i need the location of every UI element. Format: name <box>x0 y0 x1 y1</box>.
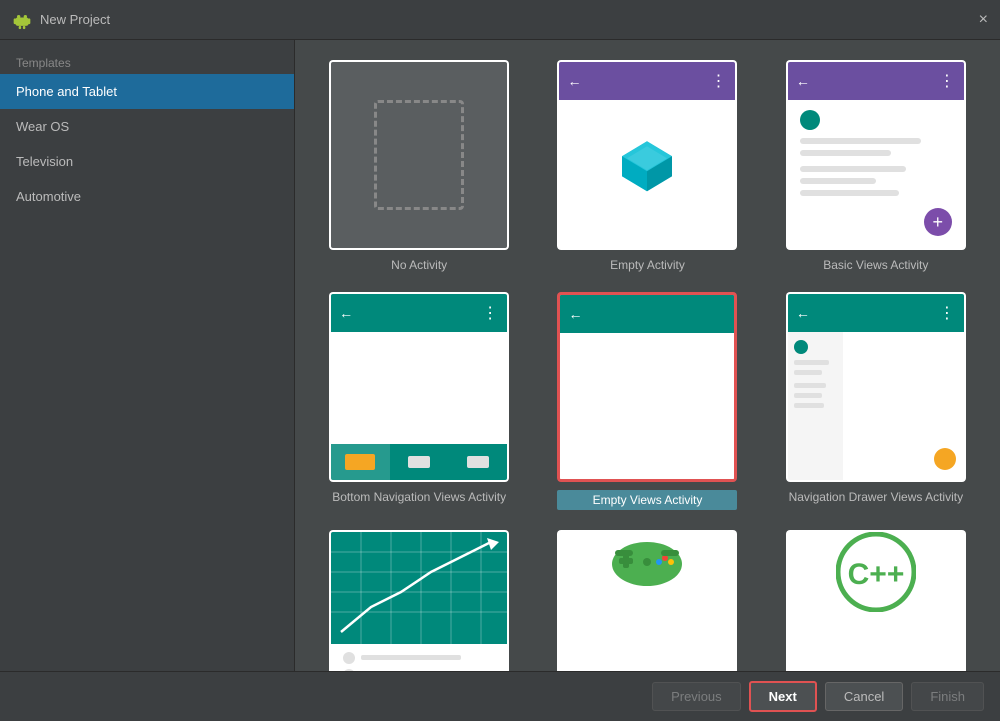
bottom-nav-bar <box>331 444 507 480</box>
phone-body-empty-views <box>560 333 734 479</box>
template-thumb-empty-activity: ← ⋮ <box>557 60 737 250</box>
phone-header-empty: ← ⋮ <box>559 62 735 100</box>
previous-button[interactable]: Previous <box>652 682 741 711</box>
sidebar-item-phone-tablet[interactable]: Phone and Tablet <box>0 74 294 109</box>
template-label-no-activity: No Activity <box>391 258 447 272</box>
template-label-empty-views: Empty Views Activity <box>557 490 737 510</box>
template-label-basic-views: Basic Views Activity <box>823 258 928 272</box>
cube-icon <box>617 136 677 199</box>
template-thumb-game <box>557 530 737 671</box>
nav-drawer-content <box>843 332 964 480</box>
bottom-nav-item-2 <box>390 444 449 480</box>
phone-header-bottom-nav: ← ⋮ <box>331 294 507 332</box>
template-cpp-activity[interactable]: C++ Native C++ Activity <box>772 530 980 671</box>
phone-body-bottom-nav <box>331 332 507 444</box>
back-arrow-basic-icon: ← <box>796 73 810 89</box>
phone-body-cpp: C++ <box>788 532 964 612</box>
menu-dots-basic-icon: ⋮ <box>939 71 956 91</box>
nav-icon-3 <box>467 456 489 468</box>
window-title: New Project <box>40 12 979 27</box>
template-nav-drawer[interactable]: ← ⋮ <box>772 292 980 510</box>
fab-icon: + <box>924 208 952 236</box>
phone-body-empty <box>559 100 735 248</box>
menu-dots-bottom-icon: ⋮ <box>482 303 499 323</box>
template-thumb-basic-views: ← ⋮ + <box>786 60 966 250</box>
sidebar-section-label: Templates <box>0 48 294 74</box>
sidebar-item-wear-os[interactable]: Wear OS <box>0 109 294 144</box>
sidebar-item-automotive[interactable]: Automotive <box>0 179 294 214</box>
phone-body-game <box>559 532 735 592</box>
next-button[interactable]: Next <box>749 681 817 712</box>
main-content: Templates Phone and Tablet Wear OS Telev… <box>0 40 1000 671</box>
back-arrow-nd-icon: ← <box>796 305 810 321</box>
nd-line-2 <box>794 370 822 375</box>
template-thumb-nav-drawer: ← ⋮ <box>786 292 966 482</box>
nd-line-4 <box>794 393 822 398</box>
bottom-bar: Previous Next Cancel Finish <box>0 671 1000 721</box>
dashed-rect-icon <box>374 100 464 210</box>
phone-header-nav-drawer: ← ⋮ <box>788 294 964 332</box>
nav-drawer-sidebar <box>788 332 843 480</box>
template-bottom-nav[interactable]: ← ⋮ <box>315 292 523 510</box>
android-icon <box>12 10 32 30</box>
bottom-nav-item-3 <box>449 444 508 480</box>
template-label-empty-activity: Empty Activity <box>610 258 685 272</box>
template-label-nav-drawer: Navigation Drawer Views Activity <box>789 490 964 504</box>
menu-dots-nd-icon: ⋮ <box>939 303 956 323</box>
back-arrow-bottom-icon: ← <box>339 305 353 321</box>
title-bar: New Project × <box>0 0 1000 40</box>
nav-icon-1 <box>345 454 375 470</box>
bottom-nav-item-1 <box>331 444 390 480</box>
nd-line-1 <box>794 360 829 365</box>
nd-line-3 <box>794 383 826 388</box>
back-arrow-icon: ← <box>567 73 581 89</box>
template-empty-activity[interactable]: ← ⋮ <box>543 60 751 272</box>
template-grid-activity[interactable]: Responsive Views Activity <box>315 530 523 671</box>
menu-dots-icon: ⋮ <box>710 71 727 91</box>
phone-header-basic: ← ⋮ <box>788 62 964 100</box>
templates-grid: No Activity ← ⋮ <box>315 60 980 671</box>
phone-body-basic: + <box>788 100 964 248</box>
sidebar: Templates Phone and Tablet Wear OS Telev… <box>0 40 295 671</box>
nd-circle <box>794 340 808 354</box>
nd-fab <box>934 448 956 470</box>
template-game-activity[interactable]: Game Activity <box>543 530 751 671</box>
templates-area: No Activity ← ⋮ <box>295 40 1000 671</box>
cancel-button[interactable]: Cancel <box>825 682 903 711</box>
svg-text:C++: C++ <box>847 558 904 591</box>
template-thumb-bottom-nav: ← ⋮ <box>329 292 509 482</box>
template-thumb-empty-views: ← <box>557 292 737 482</box>
list-lines <box>788 100 964 212</box>
template-thumb-no-activity <box>329 60 509 250</box>
back-arrow-ev-icon: ← <box>568 306 582 322</box>
nd-line-5 <box>794 403 824 408</box>
finish-button[interactable]: Finish <box>911 682 984 711</box>
template-thumb-grid <box>329 530 509 671</box>
template-thumb-cpp: C++ <box>786 530 966 671</box>
sidebar-item-television[interactable]: Television <box>0 144 294 179</box>
phone-body-nav-drawer <box>788 332 964 480</box>
template-basic-views[interactable]: ← ⋮ + <box>772 60 980 272</box>
phone-header-empty-views: ← <box>560 295 734 333</box>
template-label-bottom-nav: Bottom Navigation Views Activity <box>332 490 506 504</box>
close-button[interactable]: × <box>979 12 988 28</box>
template-no-activity[interactable]: No Activity <box>315 60 523 272</box>
template-empty-views[interactable]: ← Empty Views Activity <box>543 292 751 510</box>
nav-icon-2 <box>408 456 430 468</box>
